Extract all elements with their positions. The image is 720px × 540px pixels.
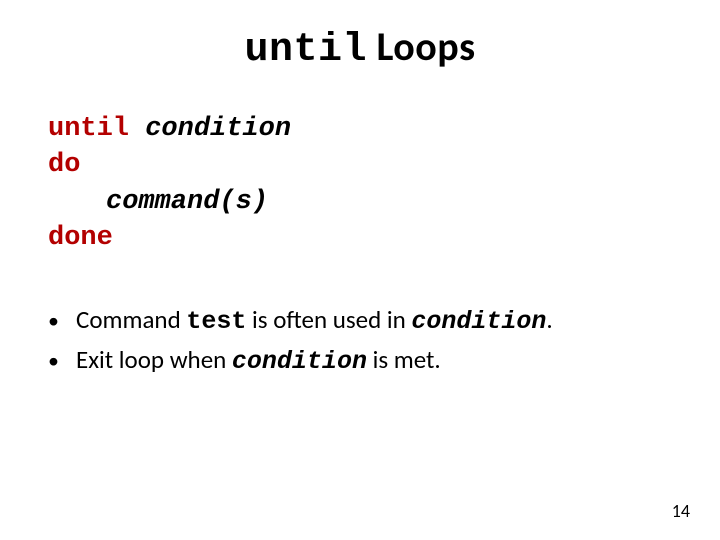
b2-condition: condition: [232, 347, 367, 376]
code-commands: command(s): [48, 184, 268, 220]
b2-post: is met.: [367, 344, 441, 375]
code-line-1: until condition: [48, 111, 720, 147]
slide-title: until Loops: [0, 0, 720, 73]
bullet-dot-icon: •: [48, 346, 76, 376]
code-line-4: done: [48, 220, 720, 256]
code-line-2: do: [48, 147, 720, 183]
bullet-2-text: Exit loop when condition is met.: [76, 343, 720, 379]
code-block: until condition do command(s) done: [48, 111, 720, 257]
keyword-until: until: [48, 114, 145, 144]
page-number: 14: [672, 500, 690, 522]
b1-code-test: test: [186, 307, 246, 336]
bullet-list: • Command test is often used in conditio…: [48, 303, 720, 379]
title-rest: Loops: [367, 22, 476, 71]
code-line-3: command(s): [48, 184, 720, 220]
b1-mid: is often used in: [246, 304, 411, 335]
slide: until Loops until condition do command(s…: [0, 0, 720, 540]
bullet-1-text: Command test is often used in condition.: [76, 303, 720, 339]
b1-condition: condition: [411, 307, 546, 336]
keyword-done: done: [48, 223, 113, 253]
title-keyword: until: [244, 28, 367, 73]
keyword-do: do: [48, 150, 80, 180]
b2-pre: Exit loop when: [76, 344, 232, 375]
code-condition: condition: [145, 114, 291, 144]
b1-post: .: [546, 304, 552, 335]
bullet-2: • Exit loop when condition is met.: [48, 343, 720, 379]
bullet-1: • Command test is often used in conditio…: [48, 303, 720, 339]
bullet-dot-icon: •: [48, 306, 76, 336]
b1-pre: Command: [76, 304, 186, 335]
